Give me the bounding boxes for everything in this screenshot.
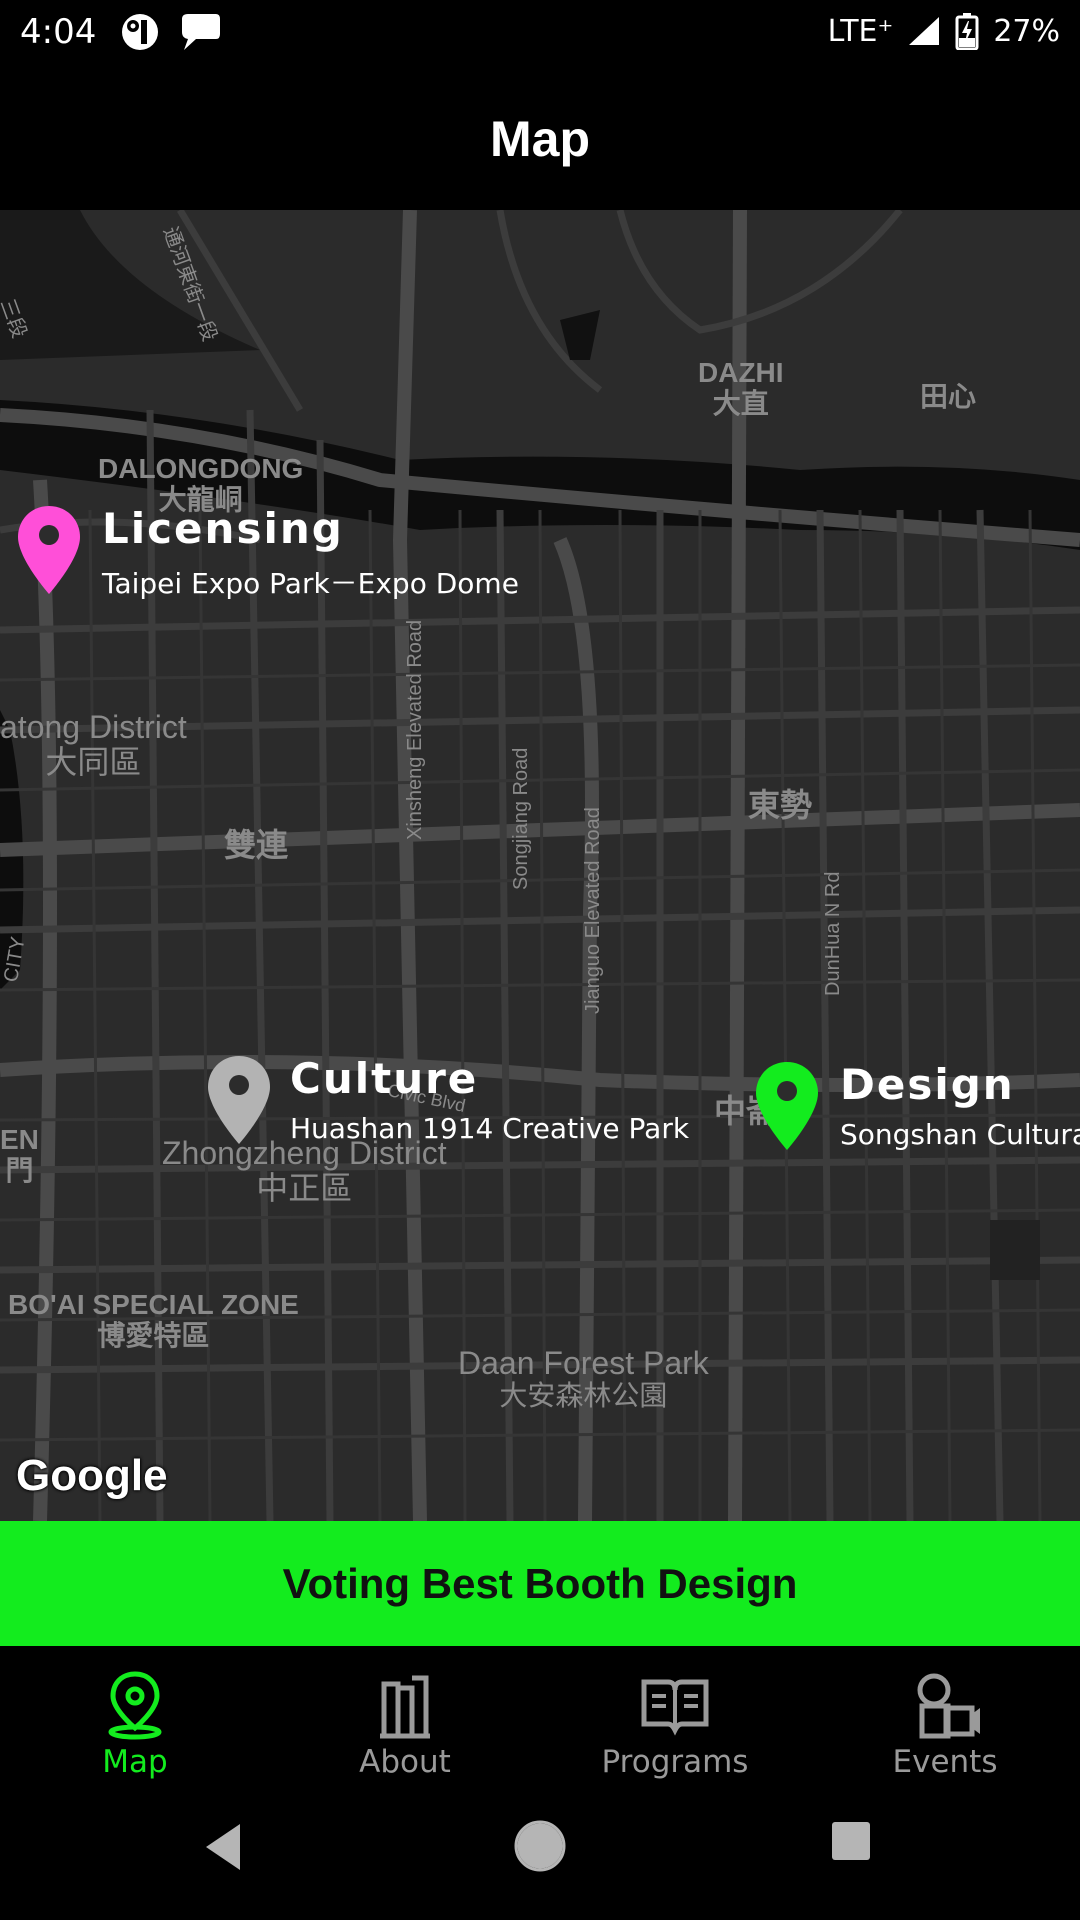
road-label-jianguo: Jianguo Elevated Road [582,807,604,1014]
app-bar: Map [0,66,1080,210]
area-label-boai: BO'AI SPECIAL ZONE 博愛特區 [8,1289,299,1351]
map-marker-design[interactable] [754,1060,820,1157]
map-pin-icon [18,506,80,594]
back-icon[interactable] [200,1820,250,1874]
events-icon [917,1673,980,1739]
marker-venue-design: Songshan Cultural [840,1118,1080,1151]
status-bar: 4:04 LTE⁺ 27% [0,0,1080,66]
building-icon [380,1675,430,1739]
recents-icon[interactable] [830,1820,872,1862]
map-view[interactable]: DAZHI 大直 田心 DALONGDONG 大龍峒 atong District 大… [0,210,1080,1521]
marker-title-design[interactable]: Design [840,1060,1015,1109]
signal-icon [909,17,940,45]
page-title: Map [490,111,590,167]
road-label-songjiang: Songjiang Road [510,747,532,890]
nav-item-events[interactable]: Events [810,1646,1080,1790]
nav-label-about: About [359,1744,451,1780]
network-type: LTE⁺ [827,13,894,49]
map-marker-licensing[interactable] [16,504,82,601]
map-pin-icon [208,1056,270,1144]
map-pin-icon [756,1062,818,1150]
nav-label-map: Map [102,1744,168,1780]
marker-venue-culture: Huashan 1914 Creative Park [290,1112,690,1145]
battery-charging-icon [955,13,979,50]
chat-bubble-icon [182,14,220,50]
nav-item-map[interactable]: Map [0,1646,270,1790]
marker-title-licensing[interactable]: Licensing [102,504,344,553]
vote-best-booth-button[interactable]: Voting Best Booth Design [0,1521,1080,1646]
status-time: 4:04 [20,12,97,52]
nav-item-about[interactable]: About [270,1646,540,1790]
area-label-shuanglian: 雙連 [224,827,289,863]
area-label-datong: atong District 大同區 [0,709,187,781]
road-label-xinsheng: Xinsheng Elevated Road [404,619,426,840]
battery-percent: 27% [993,13,1060,49]
road-label-dunhua: DunHua N Rd [822,871,844,996]
area-label-zhongzheng: Zhongzheng District 中正區 [162,1135,447,1207]
system-nav-bar [0,1790,1080,1920]
area-label-dongshi: 東勢 [748,787,813,823]
status-right: LTE⁺ 27% [828,12,1060,50]
marker-venue-licensing: Taipei Expo Park－Expo Dome [102,567,519,600]
area-label-dazhi: DAZHI 大直 [698,357,784,419]
google-logo: Google [16,1451,168,1500]
assistant-icon [122,14,158,50]
nav-label-events: Events [892,1744,998,1780]
home-icon[interactable] [514,1820,566,1872]
map-pin-icon [108,1671,162,1740]
area-label-ximen: EN 門 [0,1124,39,1186]
nav-label-programs: Programs [601,1744,749,1780]
bottom-nav: Map About Programs Events [0,1646,1080,1790]
area-label-tianxin: 田心 [920,381,977,412]
nav-item-programs[interactable]: Programs [540,1646,810,1790]
area-label-daan-forest-park: Daan Forest Park 大安森林公園 [458,1345,709,1412]
book-icon [641,1679,709,1736]
marker-title-culture[interactable]: Culture [290,1054,478,1103]
map-marker-culture[interactable] [206,1054,272,1151]
